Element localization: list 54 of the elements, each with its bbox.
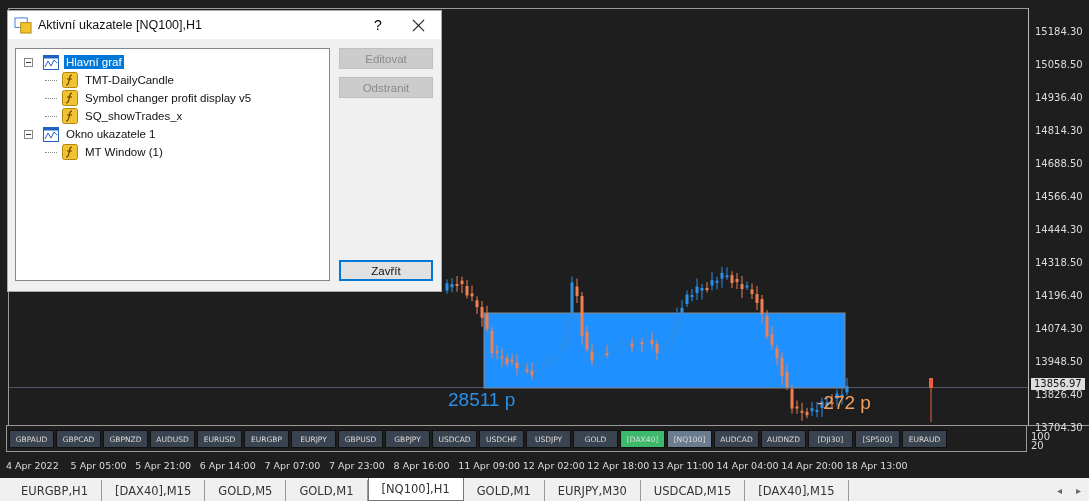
time-label: 4 Apr 2022 [6,459,60,471]
price-label: 14074.30 [1034,323,1084,335]
price-label: 14814.30 [1034,125,1084,137]
help-button[interactable]: ? [363,16,393,34]
price-label: 14936.40 [1034,92,1084,104]
close-button[interactable]: Zavřít [339,260,433,281]
scroll-left-button[interactable]: ◂ [1056,485,1062,496]
collapse-icon[interactable] [24,57,33,67]
tree-item[interactable]: SQ_showTrades_x [83,109,185,123]
price-label: 14566.40 [1034,191,1084,203]
close-icon[interactable] [412,18,425,32]
tree-item[interactable]: TMT-DailyCandle [83,73,176,87]
tree-item[interactable]: Hlavní graf [64,55,124,69]
indicators-icon [14,16,33,34]
time-label: 7 Apr 07:00 [264,459,322,471]
time-label: 18 Apr 13:00 [845,459,909,471]
time-label: 5 Apr 21:00 [135,459,193,471]
time-label: 7 Apr 23:00 [328,459,386,471]
time-label: 13 Apr 11:00 [651,459,715,471]
tree-item[interactable]: MT Window (1) [83,145,165,159]
scale-label: 100 [1031,432,1051,441]
price-label: 14318.50 [1034,257,1084,269]
time-label: 5 Apr 05:00 [70,459,128,471]
time-label: 14 Apr 04:00 [716,459,780,471]
function-icon [62,108,78,124]
scroll-right-button[interactable]: ▸ [1075,485,1081,496]
function-icon [62,90,78,106]
chart-window-icon [43,54,59,70]
price-label: 14688.50 [1034,158,1084,170]
time-label: 14 Apr 20:00 [781,459,845,471]
profit-label: 28511 p [448,389,516,411]
chart-window-icon [43,126,59,142]
candle [929,377,933,423]
function-icon [62,144,78,160]
current-price-label: 13856.97 [1031,378,1085,390]
price-label: 14444.30 [1034,224,1084,236]
function-icon [62,72,78,88]
profit-label: -272 p [817,392,871,414]
time-label: 11 Apr 09:00 [458,459,522,471]
time-label: 8 Apr 16:00 [393,459,451,471]
chart-tab[interactable]: [NQ100],H1 [367,478,464,501]
scale-label: 20 [1031,441,1044,450]
collapse-icon[interactable] [24,129,33,139]
time-label: 12 Apr 02:00 [522,459,586,471]
price-label: 14196.40 [1034,290,1084,302]
price-label: 15184.30 [1034,26,1084,38]
price-label: 13948.50 [1034,356,1084,368]
price-label: 13826.40 [1034,389,1084,401]
time-label: 6 Apr 14:00 [199,459,257,471]
time-label: 12 Apr 18:00 [587,459,651,471]
tree-item[interactable]: Symbol changer profit display v5 [83,91,254,105]
price-label: 15058.50 [1034,59,1084,71]
window-title: Aktivní ukazatele [NQ100],H1 [38,18,203,32]
tree-item[interactable]: Okno ukazatele 1 [64,127,158,141]
